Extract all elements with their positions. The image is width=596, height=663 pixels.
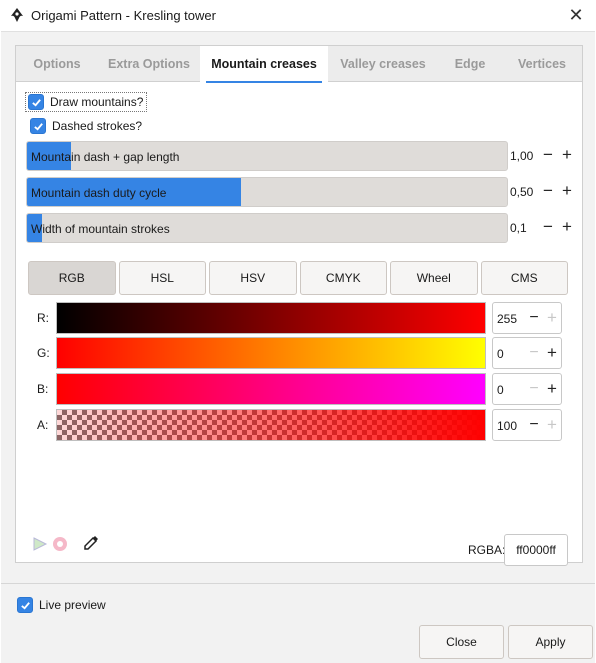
decrement-button[interactable]: − <box>527 415 541 435</box>
draw-mountains-checkbox[interactable] <box>28 94 44 110</box>
color-triangle-icon[interactable] <box>32 536 48 552</box>
dash-duty-cycle-slider[interactable]: Mountain dash duty cycle <box>26 177 508 207</box>
red-channel-row: R: 255 − + <box>32 302 562 334</box>
slider-label: Width of mountain strokes <box>31 222 170 236</box>
increment-button[interactable]: + <box>560 217 574 237</box>
channel-value: 0 <box>497 347 504 361</box>
increment-button[interactable]: + <box>545 379 559 399</box>
checkmark-icon <box>33 122 43 131</box>
slider-value: 1,00 <box>510 149 534 163</box>
dash-duty-cycle-row: Mountain dash duty cycle 0,50 − + <box>26 177 576 207</box>
increment-button[interactable]: + <box>560 145 574 165</box>
draw-mountains-option[interactable]: Draw mountains? <box>25 92 148 112</box>
channel-label: G: <box>37 346 50 360</box>
green-channel-slider[interactable] <box>56 337 486 369</box>
slider-value: 0,50 <box>510 185 534 199</box>
decrement-button[interactable]: − <box>541 145 555 165</box>
channel-value: 100 <box>497 419 518 433</box>
mode-rgb[interactable]: RGB <box>28 261 116 295</box>
tab-bar: Options Extra Options Mountain creases V… <box>16 46 582 83</box>
decrement-button[interactable]: − <box>541 217 555 237</box>
live-preview-label: Live preview <box>39 598 106 612</box>
increment-button[interactable]: + <box>545 415 559 435</box>
tab-extra-options[interactable]: Extra Options <box>98 46 200 82</box>
live-preview-checkbox[interactable] <box>17 597 33 613</box>
notebook: Options Extra Options Mountain creases V… <box>15 45 583 566</box>
blue-channel-slider[interactable] <box>56 373 486 405</box>
inkscape-logo-icon <box>11 8 23 22</box>
alpha-channel-slider[interactable] <box>56 409 486 441</box>
color-wheel-icon[interactable] <box>52 536 68 552</box>
red-channel-spinbox[interactable]: 255 − + <box>492 302 562 334</box>
decrement-button[interactable]: − <box>527 343 541 363</box>
close-window-icon[interactable]: ✕ <box>566 5 586 25</box>
increment-button[interactable]: + <box>545 308 559 328</box>
checkmark-icon <box>31 98 41 107</box>
tab-vertices[interactable]: Vertices <box>502 46 582 82</box>
live-preview-option[interactable]: Live preview <box>17 597 106 613</box>
increment-button[interactable]: + <box>545 343 559 363</box>
channel-label: A: <box>37 418 49 432</box>
dash-gap-length-row: Mountain dash + gap length 1,00 − + <box>26 141 576 171</box>
checkmark-icon <box>20 601 30 610</box>
increment-button[interactable]: + <box>560 181 574 201</box>
slider-value: 0,1 <box>510 221 527 235</box>
window-title: Origami Pattern - Kresling tower <box>31 8 216 23</box>
dash-gap-length-slider[interactable]: Mountain dash + gap length <box>26 141 508 171</box>
alpha-channel-row: A: 100 − + <box>32 409 562 441</box>
decrement-button[interactable]: − <box>527 308 541 328</box>
color-tools <box>32 534 112 554</box>
green-channel-row: G: 0 − + <box>32 337 562 369</box>
title-bar: Origami Pattern - Kresling tower ✕ <box>0 0 596 31</box>
tab-valley-creases[interactable]: Valley creases <box>328 46 438 82</box>
blue-channel-row: B: 0 − + <box>32 373 562 405</box>
decrement-button[interactable]: − <box>527 379 541 399</box>
stroke-width-slider[interactable]: Width of mountain strokes <box>26 213 508 243</box>
channel-value: 255 <box>497 312 518 326</box>
dashed-strokes-option[interactable]: Dashed strokes? <box>30 116 142 136</box>
mode-cmyk[interactable]: CMYK <box>299 261 387 295</box>
rgba-label: RGBA: <box>468 543 506 557</box>
blue-channel-spinbox[interactable]: 0 − + <box>492 373 562 405</box>
slider-label: Mountain dash duty cycle <box>31 186 167 200</box>
red-channel-slider[interactable] <box>56 302 486 334</box>
slider-label: Mountain dash + gap length <box>31 150 180 164</box>
color-mode-tabs: RGB HSL HSV CMYK Wheel CMS <box>28 261 568 295</box>
mode-cms[interactable]: CMS <box>480 261 568 295</box>
draw-mountains-label: Draw mountains? <box>50 95 144 109</box>
dialog-footer: Live preview Close Apply <box>1 583 595 663</box>
focus-outline: Draw mountains? <box>25 92 148 112</box>
dashed-strokes-checkbox[interactable] <box>30 118 46 134</box>
tab-mountain-creases[interactable]: Mountain creases <box>200 46 328 83</box>
mode-hsv[interactable]: HSV <box>209 261 297 295</box>
tab-options[interactable]: Options <box>16 46 98 82</box>
mode-wheel[interactable]: Wheel <box>390 261 478 295</box>
channel-label: R: <box>37 311 49 325</box>
stroke-width-row: Width of mountain strokes 0,1 − + <box>26 213 576 243</box>
dialog-content: Options Extra Options Mountain creases V… <box>1 31 595 583</box>
tab-edge[interactable]: Edge <box>438 46 502 82</box>
rgba-input[interactable]: ff0000ff <box>504 534 568 566</box>
channel-value: 0 <box>497 383 504 397</box>
decrement-button[interactable]: − <box>541 181 555 201</box>
close-button[interactable]: Close <box>419 625 504 659</box>
alpha-gradient-overlay <box>57 410 485 440</box>
green-channel-spinbox[interactable]: 0 − + <box>492 337 562 369</box>
channel-label: B: <box>37 382 49 396</box>
eyedropper-icon[interactable] <box>82 534 100 552</box>
dashed-strokes-label: Dashed strokes? <box>52 119 143 133</box>
mode-hsl[interactable]: HSL <box>118 261 206 295</box>
apply-button[interactable]: Apply <box>508 625 593 659</box>
alpha-channel-spinbox[interactable]: 100 − + <box>492 409 562 441</box>
